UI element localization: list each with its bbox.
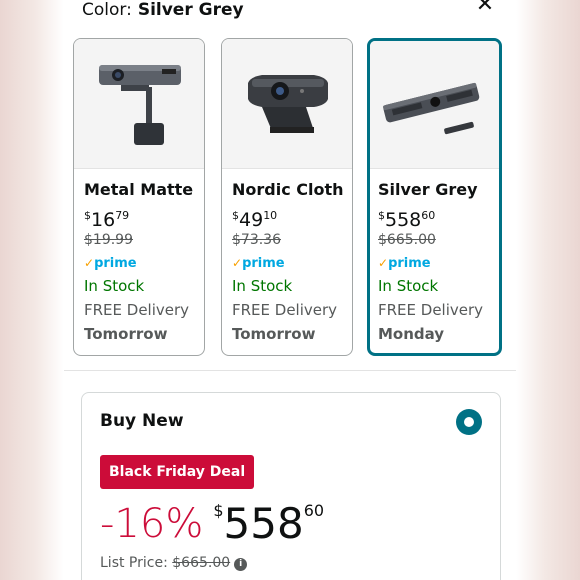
variant-price: $55860: [378, 209, 436, 231]
color-header: Color: Silver Grey: [82, 0, 244, 20]
discount-percent: -16%: [100, 501, 204, 547]
color-value: Silver Grey: [137, 0, 244, 20]
deal-badge: Black Friday Deal: [100, 455, 255, 489]
delivery-date: Monday: [378, 325, 445, 343]
stock-status: In Stock: [378, 277, 439, 295]
color-label: Color:: [82, 0, 132, 20]
buy-new-title: Buy New: [100, 411, 184, 431]
radio-selected-icon[interactable]: [456, 409, 482, 435]
delivery-text: FREE Delivery: [232, 301, 338, 319]
deal-price: -16% $55860: [100, 499, 324, 549]
stock-status: In Stock: [84, 277, 145, 295]
section-divider: [64, 370, 516, 371]
product-image-webcam-clip: [222, 39, 352, 169]
prime-badge: ✓prime: [84, 256, 137, 271]
close-icon[interactable]: ✕: [474, 0, 496, 16]
delivery-date: Tomorrow: [232, 325, 316, 343]
variant-name: Silver Grey: [378, 180, 478, 199]
product-image-webcam-stand: [74, 39, 204, 169]
variant-name: Nordic Cloth: [232, 180, 344, 199]
delivery-date: Tomorrow: [84, 325, 168, 343]
was-price: $19.99: [84, 232, 133, 248]
prime-check-icon: ✓: [232, 256, 243, 270]
variant-price: $1679: [84, 209, 130, 231]
variant-price: $4910: [232, 209, 278, 231]
list-price: List Price: $665.00 i: [100, 555, 248, 571]
stock-status: In Stock: [232, 277, 293, 295]
current-price: $55860: [213, 499, 325, 548]
variant-name: Metal Matte: [84, 180, 194, 199]
prime-badge: ✓prime: [232, 256, 285, 271]
product-image-webcam-soundbar: [370, 41, 499, 169]
info-icon[interactable]: i: [234, 558, 248, 571]
was-price: $73.36: [232, 232, 281, 248]
variant-card-metal-matte[interactable]: Metal Matte $1679 $19.99 ✓prime In Stock…: [73, 38, 205, 356]
buy-new-option[interactable]: Buy New Black Friday Deal -16% $55860 Lis…: [81, 392, 501, 580]
prime-check-icon: ✓: [378, 256, 389, 270]
delivery-text: FREE Delivery: [378, 301, 484, 319]
was-price: $665.00: [378, 232, 436, 248]
prime-check-icon: ✓: [84, 256, 95, 270]
prime-badge: ✓prime: [378, 256, 431, 271]
variant-card-silver-grey[interactable]: Silver Grey $55860 $665.00 ✓prime In Sto…: [367, 38, 502, 356]
delivery-text: FREE Delivery: [84, 301, 190, 319]
variant-card-nordic-cloth[interactable]: Nordic Cloth $4910 $73.36 ✓prime In Stoc…: [221, 38, 353, 356]
